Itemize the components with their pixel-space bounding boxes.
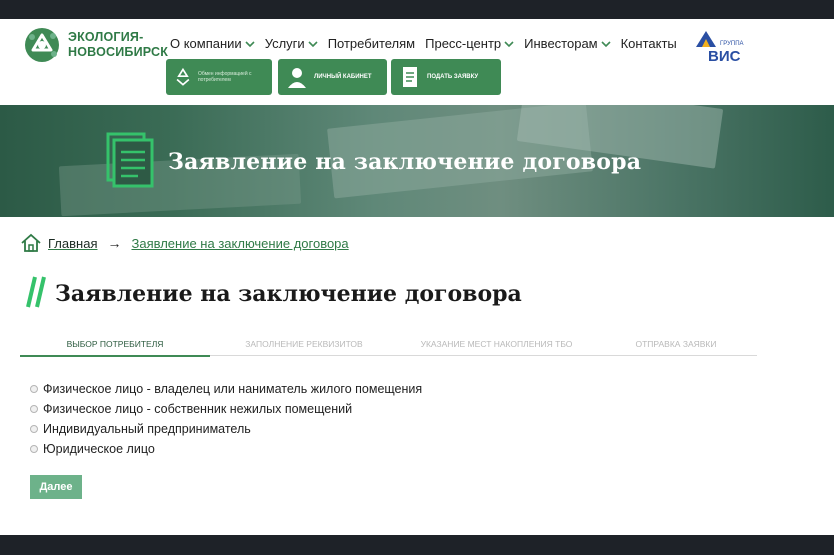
option-label: Физическое лицо - владелец или нанимател… xyxy=(43,382,423,396)
partner-small-text: ГРУППА xyxy=(720,41,744,47)
nav-item-about[interactable]: О компании xyxy=(170,36,255,51)
quick-link-title: Подать заявку xyxy=(427,73,479,80)
chevron-down-icon xyxy=(245,40,255,47)
arrow-right-icon: → xyxy=(107,235,122,251)
user-icon xyxy=(288,68,306,88)
logo-text: ЭКОЛОГИЯ- НОВОСИБИРСК xyxy=(68,30,168,60)
step-send-application[interactable]: Отправка заявки xyxy=(595,332,757,356)
vis-group-logo[interactable]: ГРУППА ВИС xyxy=(692,25,752,65)
window-top-bar xyxy=(0,0,834,19)
nav-item-contacts[interactable]: Контакты xyxy=(621,36,677,51)
option-legal-entity[interactable]: Юридическое лицо xyxy=(30,439,422,459)
nav-item-label: Инвесторам xyxy=(524,36,598,51)
chevron-down-icon xyxy=(308,40,318,47)
radio-button[interactable] xyxy=(30,445,38,453)
recycle-icon xyxy=(176,67,190,86)
chevron-down-icon xyxy=(504,40,514,47)
recycle-tree-icon xyxy=(25,28,59,62)
logo-line-2: НОВОСИБИРСК xyxy=(68,45,169,59)
radio-button[interactable] xyxy=(30,405,38,413)
option-label: Юридическое лицо xyxy=(43,442,155,456)
nav-item-label: Потребителям xyxy=(327,36,416,51)
quick-link-subtitle: Обмен информацией с потребителем xyxy=(197,71,252,83)
document-icon xyxy=(403,67,417,87)
step-fill-details[interactable]: Заполнение реквизитов xyxy=(210,332,398,356)
partner-big-text: ВИС xyxy=(708,48,741,65)
document-icon xyxy=(106,132,154,188)
nav-item-services[interactable]: Услуги xyxy=(265,36,318,51)
site-logo[interactable]: ЭКОЛОГИЯ- НОВОСИБИРСК xyxy=(20,25,170,65)
quick-link-apply[interactable]: Подать заявку xyxy=(391,59,501,95)
wizard-steps: Выбор потребителя Заполнение реквизитов … xyxy=(20,332,757,357)
option-individual-nonresidential[interactable]: Физическое лицо - собственник нежилых по… xyxy=(30,399,422,419)
banner-title: Заявление на заключение договора xyxy=(168,149,642,175)
quick-link-cabinet[interactable]: Личный кабинет xyxy=(278,59,387,95)
quick-link-exchange[interactable]: Обмен информацией с потребителем xyxy=(166,59,272,95)
title-slashes-icon xyxy=(26,276,46,308)
page-title: Заявление на заключение договора xyxy=(55,281,522,307)
consumer-type-options: Физическое лицо - владелец или нанимател… xyxy=(30,379,422,459)
option-individual-residential[interactable]: Физическое лицо - владелец или нанимател… xyxy=(30,379,422,399)
window-bottom-bar xyxy=(0,535,834,555)
next-button[interactable]: Далее xyxy=(30,475,82,499)
step-waste-locations[interactable]: Указание мест накопления ТБО xyxy=(398,332,595,356)
option-label: Физическое лицо - собственник нежилых по… xyxy=(43,402,353,416)
option-label: Индивидуальный предприниматель xyxy=(43,422,251,436)
quick-link-title: Личный кабинет xyxy=(314,73,372,80)
page: ЭКОЛОГИЯ- НОВОСИБИРСК О компании Услуги … xyxy=(0,19,834,535)
nav-item-label: Контакты xyxy=(620,36,677,51)
radio-button[interactable] xyxy=(30,385,38,393)
radio-button[interactable] xyxy=(30,425,38,433)
step-select-consumer[interactable]: Выбор потребителя xyxy=(20,332,210,357)
breadcrumb-home-link[interactable]: Главная xyxy=(48,236,97,251)
nav-item-label: Услуги xyxy=(264,36,305,51)
nav-item-press[interactable]: Пресс-центр xyxy=(425,36,514,51)
site-header: ЭКОЛОГИЯ- НОВОСИБИРСК О компании Услуги … xyxy=(0,19,834,105)
nav-item-investors[interactable]: Инвесторам xyxy=(524,36,611,51)
nav-item-label: О компании xyxy=(170,36,242,51)
chevron-down-icon xyxy=(601,40,611,47)
nav-item-label: Пресс-центр xyxy=(425,36,502,51)
breadcrumb-current[interactable]: Заявление на заключение договора xyxy=(131,236,348,251)
breadcrumb: Главная → Заявление на заключение догово… xyxy=(20,233,349,253)
option-entrepreneur[interactable]: Индивидуальный предприниматель xyxy=(30,419,422,439)
home-icon[interactable] xyxy=(20,233,42,253)
main-nav: О компании Услуги Потребителям Пресс-цен… xyxy=(170,36,687,51)
nav-item-consumers[interactable]: Потребителям xyxy=(328,36,415,51)
logo-line-1: ЭКОЛОГИЯ- xyxy=(68,30,144,44)
